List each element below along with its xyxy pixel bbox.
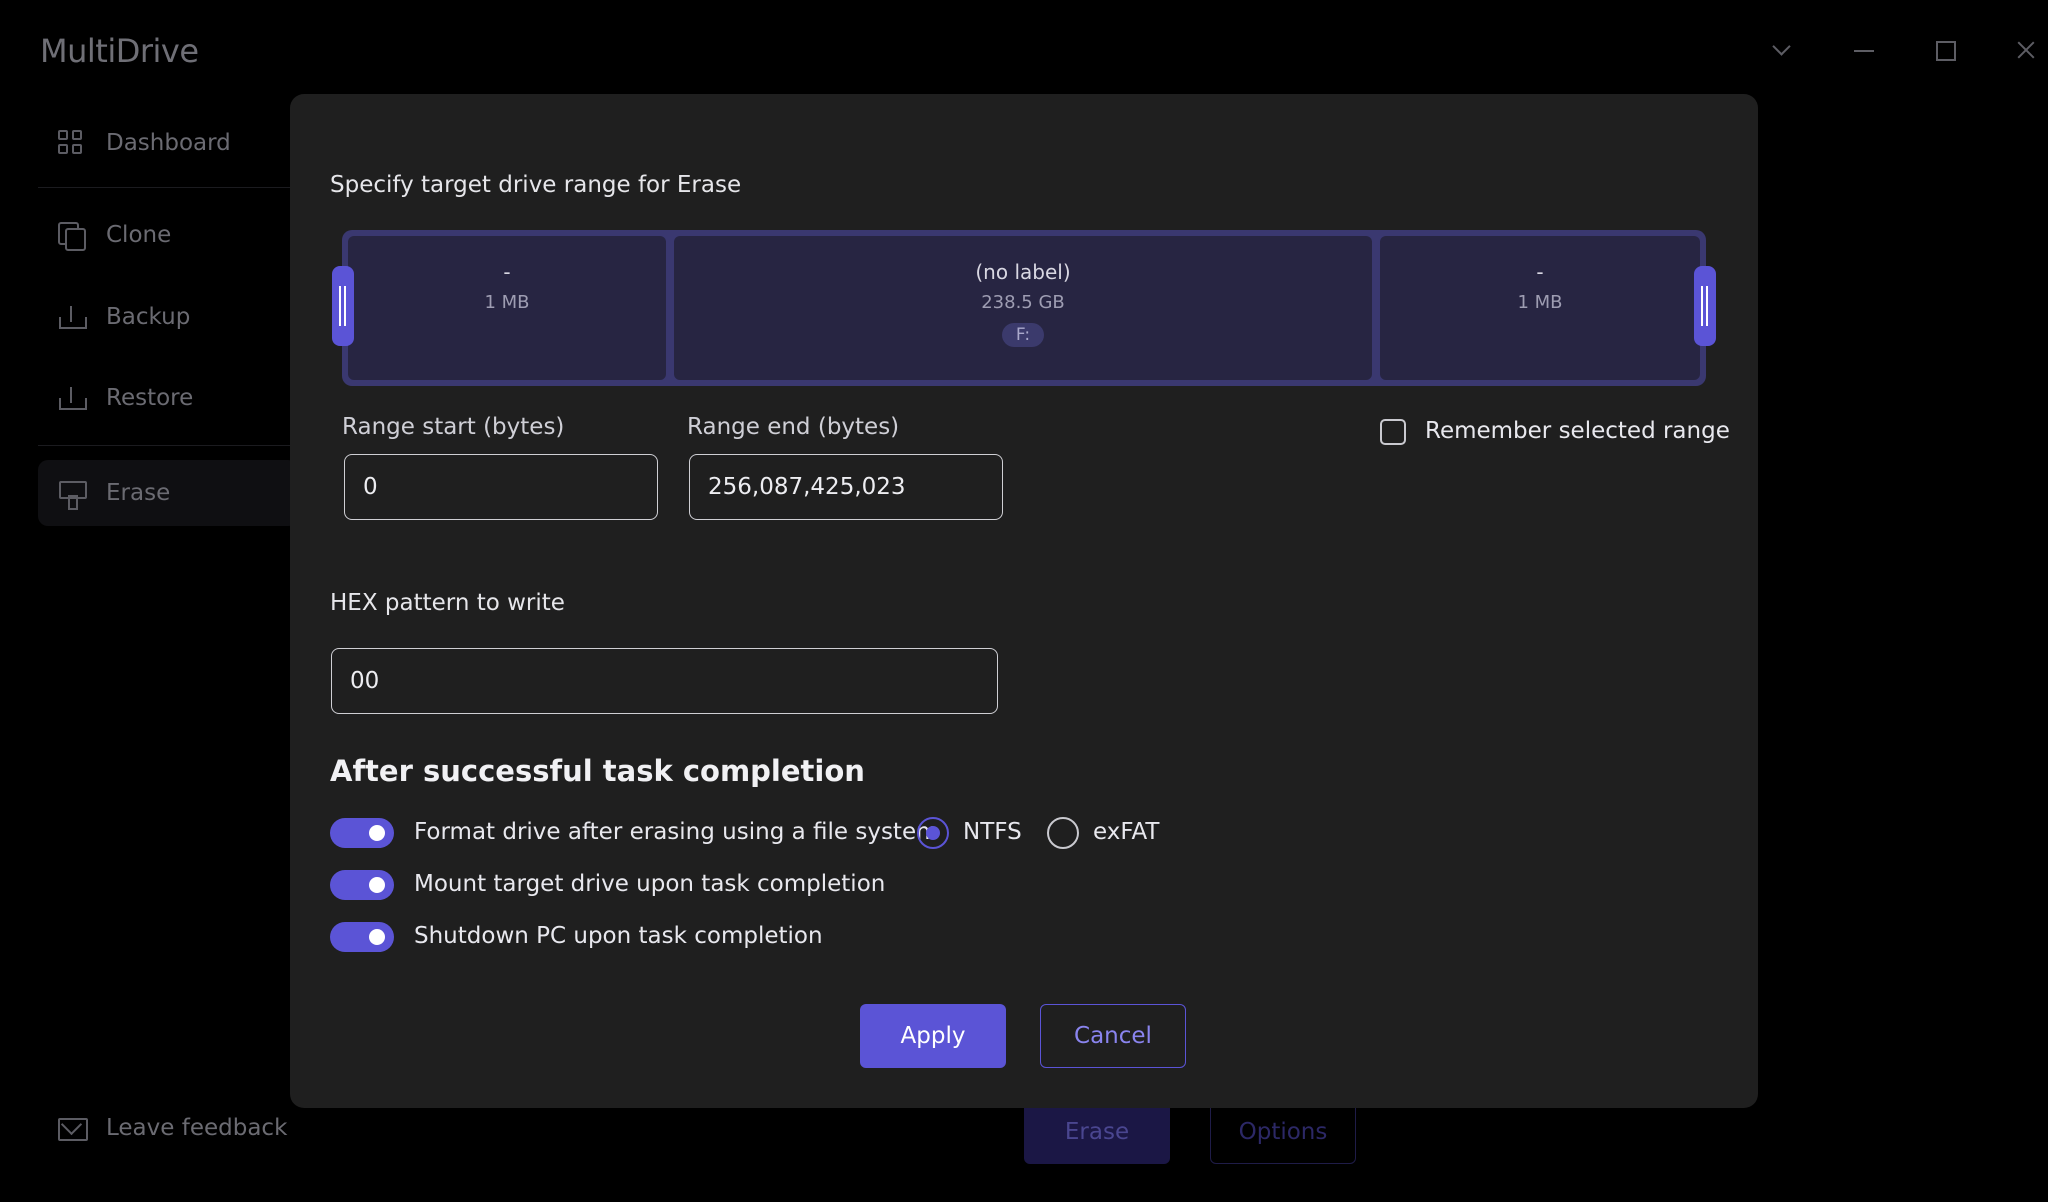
sidebar-item-restore[interactable]: Restore: [38, 365, 298, 431]
ntfs-radio[interactable]: [917, 817, 949, 849]
mount-drive-toggle[interactable]: [330, 870, 394, 900]
sidebar-divider: [38, 187, 298, 188]
window-controls: [1728, 36, 2048, 68]
apply-button[interactable]: Apply: [860, 1004, 1006, 1068]
clone-copy-icon: [58, 222, 86, 251]
minimize-icon[interactable]: [1850, 36, 1878, 64]
range-start-handle[interactable]: [332, 266, 354, 346]
leave-feedback-link[interactable]: Leave feedback: [38, 1095, 298, 1161]
range-start-input[interactable]: 0: [344, 454, 658, 520]
remember-range-label[interactable]: Remember selected range: [1425, 418, 1730, 444]
sidebar-divider: [38, 445, 298, 446]
dashboard-grid-icon: [58, 130, 84, 156]
maximize-icon[interactable]: [1931, 36, 1959, 64]
hex-pattern-label: HEX pattern to write: [330, 590, 565, 616]
cancel-button[interactable]: Cancel: [1040, 1004, 1186, 1068]
app-title: MultiDrive: [40, 32, 199, 70]
shutdown-pc-toggle[interactable]: [330, 922, 394, 952]
sidebar-item-label: Backup: [106, 304, 191, 330]
close-icon[interactable]: [2012, 36, 2040, 64]
range-start-label: Range start (bytes): [342, 414, 565, 440]
sidebar-item-erase[interactable]: Erase: [38, 460, 298, 526]
partition-label: (no label): [975, 260, 1071, 284]
partition-1[interactable]: - 1 MB: [348, 236, 666, 380]
sidebar-item-backup[interactable]: Backup: [38, 284, 298, 350]
sidebar-item-clone[interactable]: Clone: [38, 202, 298, 268]
feedback-label: Leave feedback: [106, 1115, 288, 1141]
format-drive-toggle[interactable]: [330, 818, 394, 848]
mount-drive-label: Mount target drive upon task completion: [414, 871, 886, 897]
partition-3[interactable]: - 1 MB: [1380, 236, 1700, 380]
options-button[interactable]: Options: [1210, 1100, 1356, 1164]
partition-size: 1 MB: [484, 292, 530, 313]
sidebar-item-label: Erase: [106, 480, 171, 506]
after-completion-heading: After successful task completion: [330, 754, 865, 788]
sidebar-item-label: Dashboard: [106, 130, 231, 156]
erase-button[interactable]: Erase: [1024, 1100, 1170, 1164]
partition-2[interactable]: (no label) 238.5 GB F:: [674, 236, 1372, 380]
drive-range-bar[interactable]: - 1 MB (no label) 238.5 GB F: - 1 MB: [342, 230, 1706, 386]
range-end-handle[interactable]: [1694, 266, 1716, 346]
sidebar-item-label: Clone: [106, 222, 172, 248]
mail-icon: [58, 1115, 88, 1141]
partition-size: 238.5 GB: [981, 292, 1065, 313]
drive-letter-badge: F:: [1001, 323, 1045, 347]
ntfs-label[interactable]: NTFS: [963, 819, 1022, 845]
shutdown-pc-label: Shutdown PC upon task completion: [414, 923, 823, 949]
exfat-radio[interactable]: [1047, 817, 1079, 849]
erase-range-dialog: Specify target drive range for Erase - 1…: [290, 94, 1758, 1108]
exfat-label[interactable]: exFAT: [1093, 819, 1159, 845]
restore-download-icon: [58, 385, 87, 411]
range-title: Specify target drive range for Erase: [330, 172, 742, 198]
range-end-input[interactable]: 256,087,425,023: [689, 454, 1003, 520]
chevron-down-icon[interactable]: [1768, 36, 1796, 64]
partition-label: -: [1536, 260, 1544, 284]
sidebar-item-dashboard[interactable]: Dashboard: [38, 110, 298, 176]
partition-label: -: [503, 260, 511, 284]
partition-size: 1 MB: [1517, 292, 1563, 313]
range-end-label: Range end (bytes): [687, 414, 900, 440]
remember-range-checkbox[interactable]: [1380, 419, 1406, 445]
hex-pattern-input[interactable]: 00: [331, 648, 998, 714]
backup-upload-icon: [58, 304, 87, 330]
erase-brush-icon: [58, 480, 87, 510]
format-drive-label: Format drive after erasing using a file …: [414, 819, 939, 845]
sidebar-item-label: Restore: [106, 385, 194, 411]
